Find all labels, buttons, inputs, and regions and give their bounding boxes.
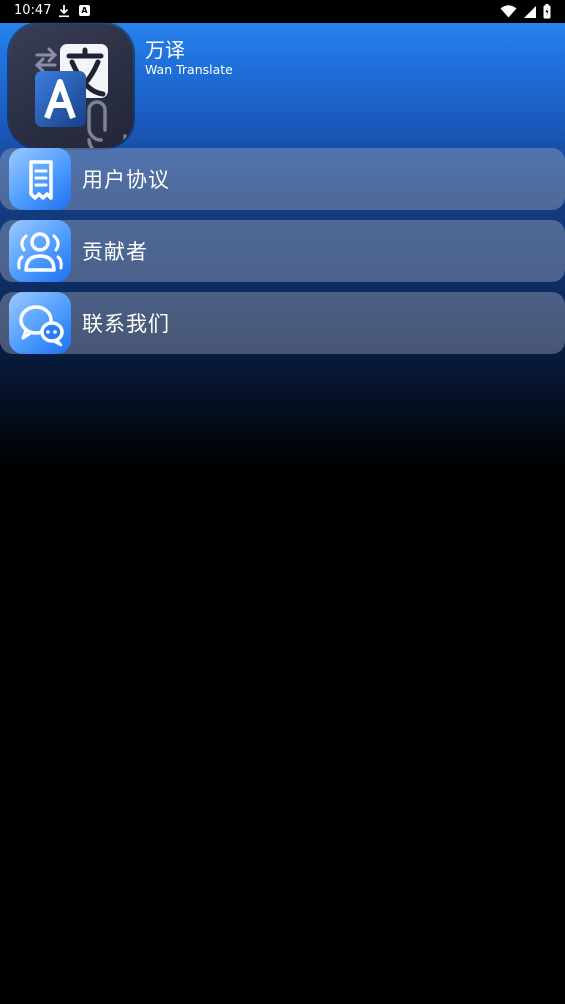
a-notification-icon: A xyxy=(79,5,90,16)
status-bar: 10:47 A xyxy=(0,0,565,23)
app-subtitle: Wan Translate xyxy=(145,62,233,77)
app-header: 万译 Wan Translate xyxy=(0,23,565,148)
status-time: 10:47 xyxy=(14,3,52,18)
download-icon xyxy=(59,5,69,18)
menu-item-label: 用户协议 xyxy=(82,168,170,192)
contributors-icon xyxy=(9,220,71,282)
menu-item-user-agreement[interactable]: 用户协议 xyxy=(0,148,565,210)
app-logo xyxy=(9,24,133,148)
menu-item-contact-us[interactable]: 联系我们 xyxy=(0,292,565,354)
document-icon xyxy=(9,148,71,210)
translate-icon xyxy=(34,44,127,148)
screen: 10:47 A 万译 Wan Translate 用户协议 贡献者 联系我们 xyxy=(0,0,565,1004)
wifi-icon xyxy=(500,5,517,18)
menu-item-label: 贡献者 xyxy=(82,240,148,264)
menu-item-contributors[interactable]: 贡献者 xyxy=(0,220,565,282)
signal-icon xyxy=(524,5,536,18)
menu-item-label: 联系我们 xyxy=(82,312,170,336)
status-right-icons xyxy=(500,3,551,20)
battery-icon xyxy=(543,4,551,19)
app-title: 万译 xyxy=(145,38,185,62)
chat-icon xyxy=(9,292,71,354)
